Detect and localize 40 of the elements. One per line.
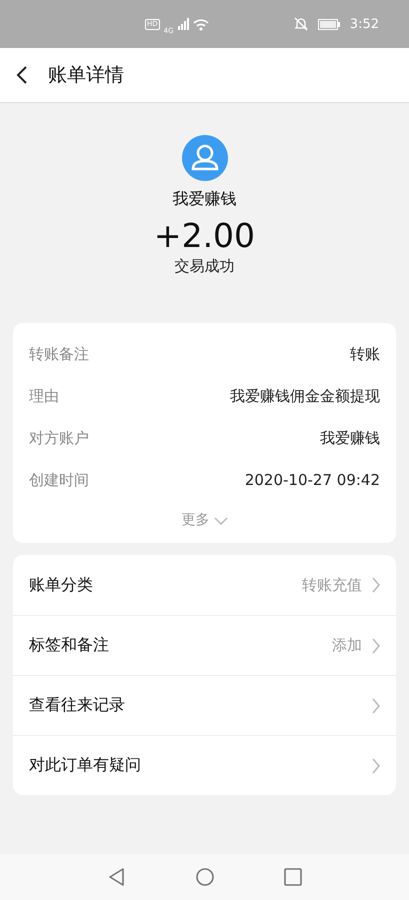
chevron-right-icon: [372, 577, 380, 593]
chevron-right-icon: [372, 698, 380, 714]
chevron-down-icon: [214, 516, 228, 524]
menu-row[interactable]: 查看往来记录: [13, 675, 396, 735]
clock-time: 3:52: [350, 16, 379, 32]
home-icon: [196, 868, 214, 886]
avatar-icon: [182, 135, 228, 181]
page-title: 账单详情: [48, 63, 124, 88]
chevron-right-icon: [372, 638, 380, 654]
row-label: 标签和备注: [29, 635, 110, 656]
row-label: 账单分类: [29, 574, 94, 596]
detail-value: 我爱赚钱: [320, 428, 380, 448]
detail-label: 理由: [29, 386, 59, 406]
detail-value: 我爱赚钱佣金金额提现: [230, 386, 380, 406]
transaction-status: 交易成功: [174, 257, 234, 276]
back-icon: [16, 66, 28, 84]
home-button[interactable]: [196, 868, 214, 886]
detail-label: 创建时间: [29, 470, 89, 490]
back-icon: [108, 868, 126, 886]
detail-value: 2020-10-27 09:42: [244, 471, 380, 489]
recent-apps-button[interactable]: [284, 868, 302, 886]
menu-row[interactable]: 标签和备注 添加: [13, 615, 396, 675]
detail-label: 转账备注: [29, 344, 89, 364]
detail-label: 对方账户: [29, 428, 89, 448]
payer-name: 我爱赚钱: [172, 189, 236, 210]
back-button[interactable]: [16, 66, 28, 84]
wifi-icon: [192, 18, 209, 30]
chevron-right-icon: [372, 758, 380, 774]
signal-icon: [178, 18, 189, 30]
detail-value: 转账: [350, 344, 380, 364]
row-value: 转账充值: [302, 576, 362, 594]
menu-row[interactable]: 账单分类 转账充值: [13, 555, 396, 615]
row-value: 添加: [332, 636, 362, 655]
bell-muted-icon: [294, 17, 308, 31]
recent-apps-icon: [284, 868, 302, 886]
row-label: 查看往来记录: [29, 695, 126, 716]
menu-row[interactable]: 对此订单有疑问: [13, 735, 396, 795]
amount: +2.00: [154, 216, 256, 255]
battery-icon: [318, 18, 340, 30]
row-label: 对此订单有疑问: [29, 755, 142, 776]
